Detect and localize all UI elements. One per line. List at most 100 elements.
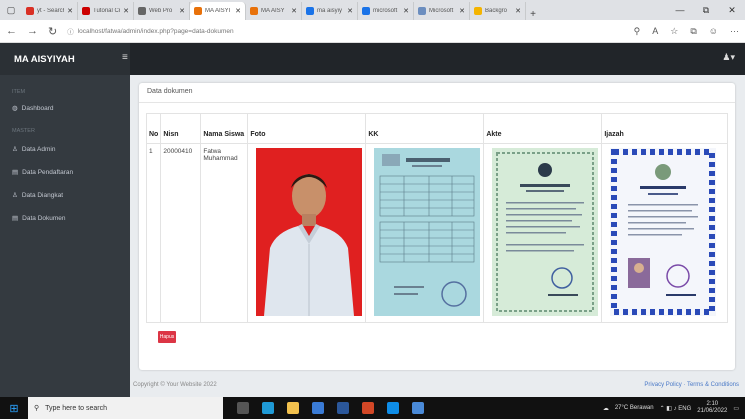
weather-text[interactable]: 27°C Berawan: [615, 405, 654, 411]
taskbar-apps: [237, 402, 424, 414]
user-menu-icon[interactable]: ♟▾: [722, 52, 735, 63]
browser-tab[interactable]: Web Pro ✕: [134, 2, 190, 20]
task-view-icon[interactable]: [237, 402, 249, 414]
sidebar: MA AISYIYAH ITEM ◍ Dashboard MASTER ♙ Data…: [0, 43, 130, 397]
browser-tab-bar: ▢ yt - Search ✕ Tutorial Cr ✕ Web Pro ✕ MA …: [0, 0, 745, 20]
sidebar-item-data-diangkat[interactable]: ♙ Data Diangkat: [0, 189, 130, 201]
taskbar-search[interactable]: ⚲ Type here to search: [28, 397, 223, 419]
info-icon[interactable]: ⓘ: [67, 26, 74, 36]
zoom-icon[interactable]: ⚲: [634, 26, 641, 37]
windows-start-icon[interactable]: ⊞: [0, 397, 28, 419]
favicon-icon: [82, 7, 90, 15]
brand-title[interactable]: MA AISYIYAH: [0, 43, 130, 75]
search-icon: ⚲: [34, 405, 40, 412]
browser-tab[interactable]: microsoft ✕: [358, 2, 414, 20]
student-photo[interactable]: [256, 148, 363, 316]
close-tab-icon[interactable]: ✕: [347, 7, 353, 15]
vscode-icon[interactable]: [387, 402, 399, 414]
browser-tab[interactable]: MA AISY ✕: [246, 2, 302, 20]
browser-tab[interactable]: Backgro ✕: [470, 2, 526, 20]
close-tab-icon[interactable]: ✕: [403, 7, 409, 15]
close-tab-icon[interactable]: ✕: [459, 7, 465, 15]
table-header-row: No Nisn Nama Siswa Foto KK Akte Ijazah: [145, 113, 729, 144]
column-header: Foto: [247, 113, 367, 144]
browser-tab-active[interactable]: MA AISYI ✕: [190, 2, 246, 20]
cell-akte: [483, 143, 603, 323]
read-aloud-icon[interactable]: A: [652, 26, 658, 37]
favicon-icon: [418, 7, 426, 15]
tray-icons[interactable]: ⌃ ◧ ♪ ENG: [660, 405, 692, 412]
sidebar-section-label: ITEM: [12, 89, 26, 95]
browser-tab[interactable]: yt - Search ✕: [22, 2, 78, 20]
url-field[interactable]: ⓘ localhost/fatwa/admin/index.php?page=d…: [67, 23, 623, 39]
weather-icon[interactable]: ☁: [603, 405, 609, 412]
close-window-button[interactable]: ✕: [719, 5, 745, 16]
cell-foto: [247, 143, 367, 323]
divider: [139, 102, 735, 103]
notifications-icon[interactable]: ▭: [733, 405, 739, 412]
reload-icon[interactable]: ↻: [48, 25, 57, 38]
taskbar: ⊞ ⚲ Type here to search ☁ 27°C Berawan ⌃…: [0, 397, 745, 419]
store-icon[interactable]: [312, 402, 324, 414]
footer-links[interactable]: Privacy Policy · Terms & Conditions: [644, 382, 739, 388]
forward-icon[interactable]: →: [27, 25, 38, 37]
cell-nisn: 20000410: [160, 143, 202, 323]
table-row: 1 20000410 Fatwa Muhammad: [145, 143, 729, 323]
window-menu-icon[interactable]: ▢: [0, 0, 22, 20]
top-navbar: ≡ ♟▾: [122, 43, 745, 75]
close-tab-icon[interactable]: ✕: [123, 7, 129, 15]
dashboard-icon: ◍: [12, 105, 18, 112]
close-tab-icon[interactable]: ✕: [515, 7, 521, 15]
edge-icon[interactable]: [262, 402, 274, 414]
copyright-text: Copyright © Your Website 2022: [133, 382, 217, 388]
hamburger-menu-icon[interactable]: ≡: [122, 52, 128, 63]
list-icon: ▤: [12, 215, 19, 222]
card-title: Data dokumen: [147, 88, 193, 95]
close-tab-icon[interactable]: ✕: [291, 7, 297, 15]
browser-tab[interactable]: ma aisyiy ✕: [302, 2, 358, 20]
close-tab-icon[interactable]: ✕: [179, 7, 185, 15]
new-tab-button[interactable]: +: [526, 9, 540, 20]
sidebar-item-data-pendaftaran[interactable]: ▤ Data Pendaftaran: [0, 166, 130, 178]
sidebar-item-data-admin[interactable]: ♙ Data Admin: [0, 143, 130, 155]
minimize-button[interactable]: —: [667, 5, 693, 15]
cell-nama: Fatwa Muhammad: [200, 143, 249, 323]
file-explorer-icon[interactable]: [287, 402, 299, 414]
kk-document-image[interactable]: [374, 148, 481, 316]
word-icon[interactable]: [337, 402, 349, 414]
sidebar-item-label: Data Pendaftaran: [22, 168, 74, 176]
collections-icon[interactable]: ⧉: [690, 26, 696, 37]
documents-table: No Nisn Nama Siswa Foto KK Akte Ijazah 1…: [145, 113, 729, 323]
browser-tab[interactable]: Microsoft ✕: [414, 2, 470, 20]
column-header: Nama Siswa: [200, 113, 249, 144]
close-tab-icon[interactable]: ✕: [235, 7, 241, 15]
favicon-icon: [194, 7, 202, 15]
maximize-button[interactable]: ⧉: [693, 5, 719, 16]
sidebar-item-dashboard[interactable]: ◍ Dashboard: [0, 102, 130, 114]
url-text: localhost/fatwa/admin/index.php?page=dat…: [77, 27, 234, 35]
close-tab-icon[interactable]: ✕: [67, 7, 73, 15]
favicon-icon: [26, 7, 34, 15]
more-icon[interactable]: ···: [730, 26, 739, 37]
photos-icon[interactable]: [412, 402, 424, 414]
clock-date: 21/06/2022: [697, 408, 728, 414]
profile-icon[interactable]: ☺: [709, 26, 718, 37]
ijazah-document-image[interactable]: [610, 148, 717, 316]
sidebar-item-data-dokumen[interactable]: ▤ Data Dokumen: [0, 212, 130, 224]
sidebar-item-label: Data Diangkat: [21, 191, 64, 199]
column-header: Ijazah: [601, 113, 729, 144]
back-icon[interactable]: ←: [6, 25, 17, 37]
clock[interactable]: 2:10 21/06/2022: [697, 401, 727, 415]
window-controls: — ⧉ ✕: [667, 0, 745, 20]
browser-tab[interactable]: Tutorial Cr ✕: [78, 2, 134, 20]
akte-document-image[interactable]: [492, 148, 599, 316]
favicon-icon: [250, 7, 258, 15]
favicon-icon: [362, 7, 370, 15]
page-footer: Copyright © Your Website 2022 Privacy Po…: [130, 373, 745, 397]
content-card: Data dokumen No Nisn Nama Siswa Foto KK …: [139, 83, 735, 370]
delete-button[interactable]: Hapus: [158, 331, 176, 343]
favicon-icon: [306, 7, 314, 15]
powerpoint-icon[interactable]: [362, 402, 374, 414]
favorites-icon[interactable]: ☆: [670, 26, 678, 37]
list-icon: ▤: [12, 169, 19, 176]
